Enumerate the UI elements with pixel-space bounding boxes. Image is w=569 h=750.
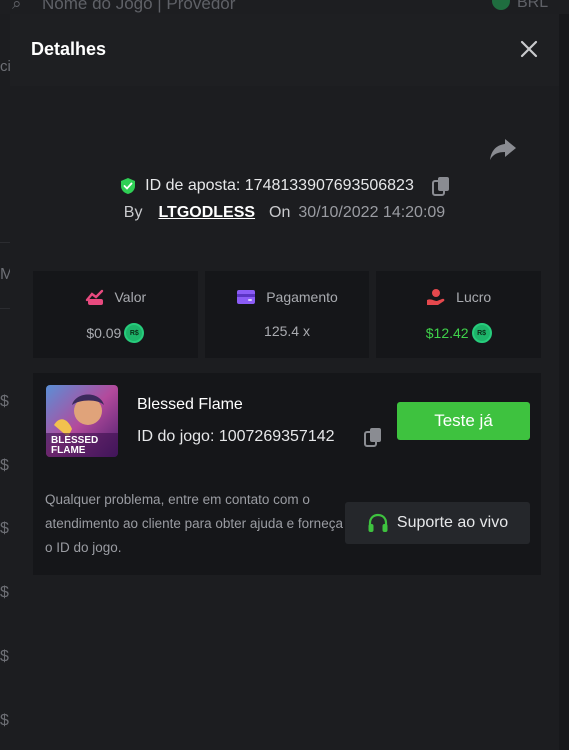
background-amount: $ bbox=[0, 393, 9, 410]
wager-icon bbox=[85, 289, 103, 305]
bet-meta-row: By LTGODLESS On 30/10/2022 14:20:09 bbox=[10, 204, 559, 228]
bet-date: 30/10/2022 14:20:09 bbox=[298, 204, 446, 221]
stat-wager: Valor $0.09 R$ bbox=[33, 271, 198, 358]
modal-title: Detalhes bbox=[31, 39, 107, 59]
background-divider bbox=[0, 242, 10, 243]
stat-value: $12.42 bbox=[425, 325, 469, 341]
stat-label: Lucro bbox=[456, 289, 492, 305]
brl-coin-icon: R$ bbox=[124, 323, 145, 343]
copy-bet-id-icon[interactable] bbox=[431, 176, 450, 196]
close-button[interactable] bbox=[518, 38, 540, 60]
live-support-button[interactable]: Suporte ao vivo bbox=[345, 502, 530, 544]
share-button[interactable] bbox=[488, 136, 518, 162]
background-amount: $ bbox=[0, 457, 9, 474]
game-thumbnail[interactable]: BLESSED FLAME bbox=[46, 385, 118, 457]
background-search-input[interactable]: Nome do Jogo | Provedor bbox=[42, 0, 235, 14]
by-label: By bbox=[123, 204, 143, 221]
background-amount: $ bbox=[0, 648, 9, 665]
stat-label: Valor bbox=[114, 289, 147, 305]
thumb-title-line-2: FLAME bbox=[51, 445, 86, 456]
search-icon: ⌕ bbox=[12, 0, 22, 13]
background-amount: $ bbox=[0, 712, 9, 729]
game-id: ID do jogo: 1007269357142 bbox=[137, 428, 335, 445]
background-divider bbox=[0, 308, 10, 309]
on-label: On bbox=[269, 204, 291, 221]
stat-profit: Lucro $12.42 R$ bbox=[376, 271, 542, 358]
try-now-button[interactable]: Teste já bbox=[397, 402, 530, 440]
share-icon bbox=[490, 139, 516, 160]
stat-value: $0.09 bbox=[86, 325, 122, 341]
bet-id: ID de aposta: 1748133907693506823 bbox=[145, 177, 414, 194]
verified-shield-icon bbox=[121, 178, 136, 194]
bet-stats: Valor $0.09 R$ Pagamento 125.4 x Lucro $… bbox=[33, 271, 542, 358]
stat-value: 125.4 x bbox=[264, 323, 310, 339]
copy-game-id-icon[interactable] bbox=[364, 427, 382, 447]
game-card: BLESSED FLAME Blessed Flame ID do jogo: … bbox=[33, 373, 541, 575]
wallet-icon bbox=[237, 290, 256, 304]
help-text: Qualquer problema, entre em contato com … bbox=[45, 492, 343, 555]
bet-details-modal: Detalhes ID de aposta: 17481339076935068… bbox=[10, 14, 559, 750]
game-thumbnail-art: BLESSED FLAME bbox=[46, 385, 118, 457]
close-icon bbox=[520, 40, 538, 58]
support-label: Suporte ao vivo bbox=[396, 514, 509, 531]
brl-coin-icon: R$ bbox=[471, 323, 492, 343]
profit-icon bbox=[427, 289, 445, 305]
headset-icon bbox=[368, 513, 388, 532]
bet-id-row: ID de aposta: 1748133907693506823 bbox=[10, 174, 559, 198]
stat-label: Pagamento bbox=[266, 289, 338, 305]
game-name: Blessed Flame bbox=[137, 396, 243, 413]
background-amount: $ bbox=[0, 520, 9, 537]
background-amount: $ bbox=[0, 584, 9, 601]
modal-header: Detalhes bbox=[10, 14, 559, 86]
background-left-strip bbox=[0, 14, 10, 750]
stat-payout: Pagamento 125.4 x bbox=[204, 271, 370, 358]
username-link[interactable]: LTGODLESS bbox=[158, 204, 255, 222]
background-currency[interactable]: BRL bbox=[517, 0, 548, 12]
